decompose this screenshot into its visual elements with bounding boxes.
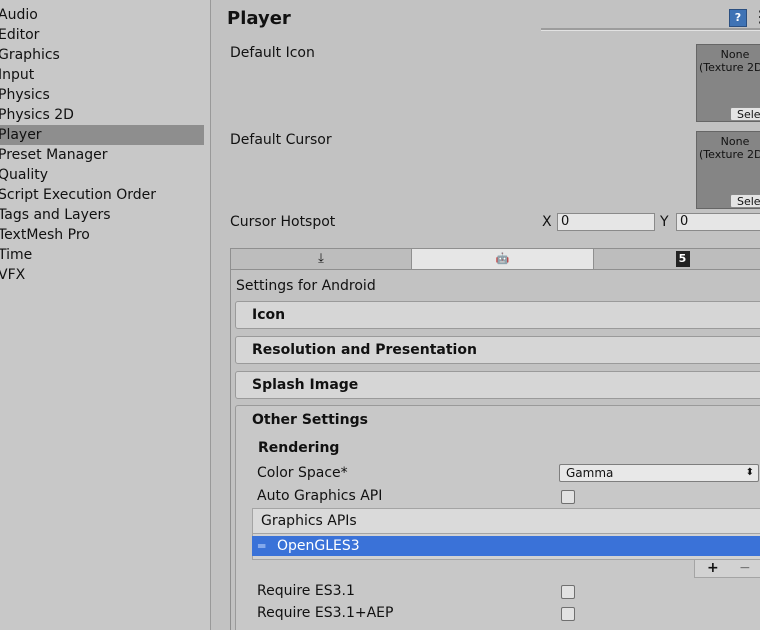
sidebar-item-vfx[interactable]: VFX	[0, 265, 204, 285]
sidebar-item-input[interactable]: Input	[0, 65, 204, 85]
graphics-apis-list-footer: + −	[694, 560, 760, 578]
html5-icon: 5	[675, 251, 690, 267]
tab-android[interactable]: 🤖	[412, 249, 594, 269]
section-splash-header[interactable]: Splash Image	[235, 371, 760, 399]
android-icon: 🤖	[495, 252, 510, 265]
require-es31-aep-checkbox[interactable]	[561, 607, 575, 621]
hotspot-y-field[interactable]: 0	[676, 213, 760, 231]
cursor-hotspot-label: Cursor Hotspot	[230, 214, 336, 230]
add-icon[interactable]: +	[707, 560, 719, 576]
tab-standalone[interactable]: ⤓	[231, 249, 412, 269]
settings-for-title: Settings for Android	[236, 278, 376, 294]
search-field-underline[interactable]	[541, 28, 760, 31]
texture-type-text: (Texture 2D)	[699, 61, 760, 74]
download-icon: ⤓	[318, 251, 324, 266]
sidebar-item-time[interactable]: Time	[0, 245, 204, 265]
hotspot-x-field[interactable]: 0	[557, 213, 655, 231]
default-icon-slot[interactable]: None (Texture 2D) Select	[696, 44, 760, 122]
platform-tabs: ⤓ 🤖 5	[230, 248, 760, 270]
texture-none-text: None	[720, 135, 750, 148]
page-title: Player	[227, 8, 291, 29]
require-es31-checkbox[interactable]	[561, 585, 575, 599]
tab-webgl[interactable]: 5	[594, 249, 760, 269]
sidebar-item-graphics[interactable]: Graphics	[0, 45, 204, 65]
list-item[interactable]: ═ OpenGLES3	[252, 536, 760, 556]
settings-menu-icon[interactable]: ⋮	[752, 7, 760, 27]
rendering-heading: Rendering	[258, 440, 340, 456]
default-cursor-select-button[interactable]: Select	[730, 194, 760, 208]
sidebar-item-textmesh-pro[interactable]: TextMesh Pro	[0, 225, 204, 245]
default-icon-label: Default Icon	[230, 45, 315, 61]
sidebar-item-editor[interactable]: Editor	[0, 25, 204, 45]
player-settings-panel: Player ? ⋮ Default Icon None (Texture 2D…	[212, 0, 760, 630]
drag-handle-icon[interactable]: ═	[258, 536, 265, 556]
settings-sidebar: Audio Editor Graphics Input Physics Phys…	[0, 0, 211, 630]
color-space-dropdown[interactable]: Gamma ⬍	[559, 464, 759, 482]
texture-none-text: None	[720, 48, 750, 61]
sidebar-item-physics[interactable]: Physics	[0, 85, 204, 105]
graphics-api-name: OpenGLES3	[277, 538, 360, 554]
auto-graphics-api-checkbox[interactable]	[561, 490, 575, 504]
require-es31-aep-label: Require ES3.1+AEP	[257, 605, 394, 621]
sidebar-item-tags-and-layers[interactable]: Tags and Layers	[0, 205, 204, 225]
dropdown-arrow-icon: ⬍	[745, 467, 754, 478]
auto-graphics-api-label: Auto Graphics API	[257, 488, 383, 504]
default-cursor-slot[interactable]: None (Texture 2D) Select	[696, 131, 760, 209]
graphics-apis-list-header: Graphics APIs	[252, 508, 760, 534]
sidebar-item-audio[interactable]: Audio	[0, 5, 204, 25]
hotspot-y-label: Y	[660, 214, 669, 230]
section-other-header[interactable]: Other Settings	[252, 412, 368, 428]
remove-icon[interactable]: −	[739, 560, 751, 576]
section-resolution-header[interactable]: Resolution and Presentation	[235, 336, 760, 364]
hotspot-x-label: X	[542, 214, 552, 230]
sidebar-item-preset-manager[interactable]: Preset Manager	[0, 145, 204, 165]
section-icon-header[interactable]: Icon	[235, 301, 760, 329]
texture-type-text: (Texture 2D)	[699, 148, 760, 161]
sidebar-item-physics-2d[interactable]: Physics 2D	[0, 105, 204, 125]
default-cursor-label: Default Cursor	[230, 132, 332, 148]
default-icon-select-button[interactable]: Select	[730, 107, 760, 121]
sidebar-item-script-execution-order[interactable]: Script Execution Order	[0, 185, 204, 205]
require-es31-label: Require ES3.1	[257, 583, 355, 599]
help-book-icon[interactable]: ?	[729, 9, 747, 27]
sidebar-item-player[interactable]: Player	[0, 125, 204, 145]
color-space-label: Color Space*	[257, 465, 348, 481]
sidebar-item-quality[interactable]: Quality	[0, 165, 204, 185]
color-space-value: Gamma	[566, 466, 614, 480]
